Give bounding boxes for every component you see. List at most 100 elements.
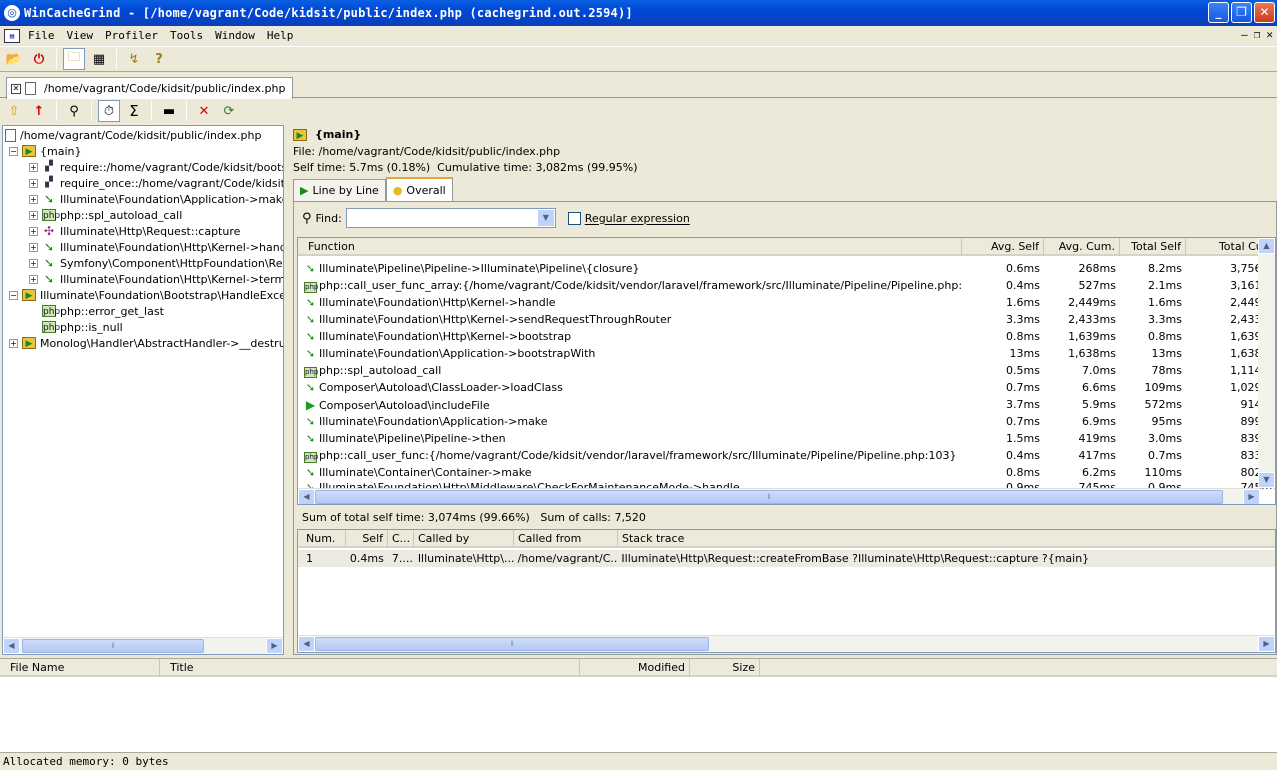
mdi-close-button[interactable]: ✕ xyxy=(1266,28,1273,41)
function-row[interactable]: ➘ Illuminate\Foundation\Http\Kernel->hand… xyxy=(298,294,1275,311)
sum-icon[interactable]: Σ xyxy=(123,100,145,122)
folder-view-icon[interactable]: 🗀 xyxy=(63,48,85,70)
menu-file[interactable]: File xyxy=(22,29,61,42)
expand-toggle-icon[interactable]: + xyxy=(29,258,38,268)
tree-item[interactable]: − ▶ Illuminate\Foundation\Bootstrap\Handle… xyxy=(9,287,283,303)
mdi-minimize-button[interactable]: – xyxy=(1241,28,1248,41)
scroll-left-icon[interactable]: ◀ xyxy=(298,489,315,504)
tree-item[interactable]: + ▞ require_once::/home/vagrant/Code/kidsi… xyxy=(29,175,283,191)
function-row[interactable]: ➘ Composer\Autoload\ClassLoader->loadClas… xyxy=(298,379,1275,396)
expand-toggle-icon[interactable]: + xyxy=(29,226,38,236)
function-row[interactable]: phpphp::call_user_func:{/home/vagrant/Co… xyxy=(298,447,1275,464)
help-icon[interactable]: ? xyxy=(148,48,170,70)
regex-label[interactable]: Regular expression xyxy=(585,212,690,225)
power-icon[interactable]: ⏻ xyxy=(28,48,50,70)
column-header[interactable]: C... xyxy=(388,530,414,548)
column-header[interactable]: Called from xyxy=(514,530,618,548)
scroll-thumb[interactable]: ⦀ xyxy=(22,639,204,653)
tab-index-php[interactable]: ✕ /home/vagrant/Code/kidsit/public/index… xyxy=(6,77,293,99)
menu-window[interactable]: Window xyxy=(209,29,261,42)
expand-toggle-icon[interactable]: + xyxy=(29,178,38,188)
function-row[interactable]: phpphp::call_user_func_array:{/home/vagr… xyxy=(298,277,1275,294)
expand-toggle-icon[interactable]: + xyxy=(29,274,38,284)
minimize-button[interactable]: _ xyxy=(1208,2,1229,23)
function-row[interactable]: phpphp::spl_autoload_call 0.5ms 7.0ms 78ms 1… xyxy=(298,362,1275,379)
column-header[interactable]: Function xyxy=(298,238,962,256)
scroll-right-icon[interactable]: ▶ xyxy=(1243,489,1260,504)
close-button[interactable]: ✕ xyxy=(1254,2,1275,23)
expand-toggle-icon[interactable]: − xyxy=(9,290,18,300)
column-header[interactable]: Num. xyxy=(298,530,346,548)
functions-horizontal-scrollbar[interactable]: ◀ ⦀ ▶ xyxy=(298,488,1260,504)
column-header[interactable]: Size xyxy=(690,659,760,677)
expand-toggle-icon[interactable]: − xyxy=(9,146,18,156)
tree-item[interactable]: + ➘ Illuminate\Foundation\Application->mak… xyxy=(29,191,283,207)
function-row[interactable]: ➘ Illuminate\Pipeline\Pipeline->then 1.5ms… xyxy=(298,430,1275,447)
function-row[interactable]: ➘ Illuminate\Foundation\Application->make… xyxy=(298,413,1275,430)
document-system-icon[interactable]: ▤ xyxy=(4,28,20,43)
tab-overall[interactable]: ● Overall xyxy=(385,177,453,201)
restore-button[interactable]: ❐ xyxy=(1231,2,1252,23)
properties-icon[interactable]: ▦ xyxy=(88,48,110,70)
tree-item[interactable]: + ▶ Monolog\Handler\AbstractHandler->__des… xyxy=(9,335,283,351)
column-header[interactable]: Called by xyxy=(414,530,514,548)
tree-item[interactable]: php php::is_null xyxy=(29,319,123,335)
expand-toggle-icon[interactable]: + xyxy=(29,194,38,204)
function-row[interactable]: ➘ Illuminate\Foundation\Http\Kernel->send… xyxy=(298,311,1275,328)
scroll-right-icon[interactable]: ▶ xyxy=(1258,636,1275,652)
open-folder-icon[interactable]: 📂 xyxy=(3,48,25,70)
find-binoculars-icon[interactable]: ⚲ xyxy=(63,100,85,122)
column-header[interactable]: File Name xyxy=(0,659,160,677)
tree-item[interactable]: php php::error_get_last xyxy=(29,303,164,319)
columns-icon[interactable]: ▬ xyxy=(158,100,180,122)
menu-view[interactable]: View xyxy=(61,29,100,42)
stopwatch-icon[interactable]: ⏱ xyxy=(98,100,120,122)
expand-toggle-icon[interactable]: + xyxy=(29,242,38,252)
scroll-right-icon[interactable]: ▶ xyxy=(266,638,283,654)
scroll-left-icon[interactable]: ◀ xyxy=(298,636,315,652)
scroll-thumb[interactable]: ⦀ xyxy=(315,637,709,651)
scroll-down-icon[interactable]: ▼ xyxy=(1258,472,1275,488)
tree-item[interactable]: + ✣ Illuminate\Http\Request::capture xyxy=(29,223,240,239)
tab-close-icon[interactable]: ✕ xyxy=(11,83,21,94)
tree-item[interactable]: − ▶ {main} xyxy=(9,143,81,159)
refresh-icon[interactable]: ⟳ xyxy=(218,100,240,122)
tab-line-by-line[interactable]: ▶ Line by Line xyxy=(293,179,386,201)
tree-item[interactable]: + ➘ Illuminate\Foundation\Http\Kernel->ter… xyxy=(29,271,283,287)
expand-toggle-icon[interactable]: + xyxy=(9,338,18,348)
function-row[interactable]: ➘ Illuminate\Foundation\Application->boot… xyxy=(298,345,1275,362)
tree-horizontal-scrollbar[interactable]: ◀ ⦀ ▶ xyxy=(3,637,283,654)
function-row[interactable]: ➘ Illuminate\Container\Container->make 0.8… xyxy=(298,464,1275,481)
scroll-thumb[interactable]: ⦀ xyxy=(315,490,1223,504)
column-header[interactable]: Avg. Self xyxy=(962,238,1044,256)
find-input[interactable]: ▼ xyxy=(345,208,556,228)
column-header[interactable]: Title xyxy=(160,659,580,677)
column-header[interactable]: Stack trace xyxy=(618,530,1275,548)
column-header[interactable]: Avg. Cum. xyxy=(1044,238,1120,256)
menu-profiler[interactable]: Profiler xyxy=(99,29,164,42)
regex-checkbox[interactable] xyxy=(567,211,581,225)
menu-help[interactable]: Help xyxy=(261,29,300,42)
find-dropdown-icon[interactable]: ▼ xyxy=(537,210,554,226)
calls-horizontal-scrollbar[interactable]: ◀ ⦀ ▶ xyxy=(298,635,1275,652)
column-header[interactable]: Self xyxy=(346,530,388,548)
call-row[interactable]: 1 0.4ms 7.... Illuminate\Http\.../home/vagr… xyxy=(298,550,1275,567)
function-row[interactable]: ➘ Illuminate\Foundation\Http\Kernel->boot… xyxy=(298,328,1275,345)
scroll-up-icon[interactable]: ▲ xyxy=(1258,238,1275,254)
functions-vertical-scrollbar[interactable]: ▲ ▼ xyxy=(1258,238,1275,488)
tree-item[interactable]: + ▞ require::/home/vagrant/Code/kidsit/boo… xyxy=(29,159,283,175)
expand-toggle-icon[interactable]: + xyxy=(29,210,38,220)
scroll-left-icon[interactable]: ◀ xyxy=(3,638,20,654)
menu-tools[interactable]: Tools xyxy=(164,29,209,42)
function-row[interactable]: ▶ Composer\Autoload\includeFile 3.7ms 5.9ms… xyxy=(298,396,1275,413)
delete-icon[interactable]: ✕ xyxy=(193,100,215,122)
tree-item[interactable]: + php php::spl_autoload_call xyxy=(29,207,182,223)
tree-root[interactable]: /home/vagrant/Code/kidsit/public/index.p… xyxy=(5,127,262,143)
function-row[interactable]: ➘ Illuminate\Pipeline\Pipeline->Illuminat… xyxy=(298,260,1275,277)
whats-this-icon[interactable]: ↯ xyxy=(123,48,145,70)
column-header[interactable]: Modified xyxy=(580,659,690,677)
tree-item[interactable]: + ➘ Symfony\Component\HttpFoundation\Respo… xyxy=(29,255,283,271)
up-folder-icon[interactable]: ⇧ xyxy=(3,100,25,122)
up-arrow-icon[interactable]: ↑ xyxy=(28,100,50,122)
mdi-restore-button[interactable]: ❐ xyxy=(1254,28,1261,41)
